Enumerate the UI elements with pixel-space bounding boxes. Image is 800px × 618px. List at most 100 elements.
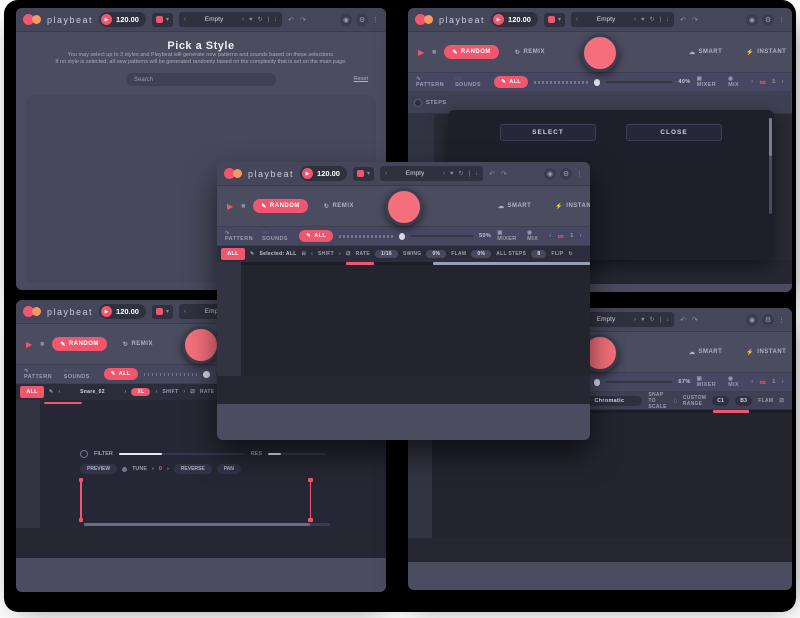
shift-right-button[interactable]: ›: [183, 389, 185, 395]
instant-button[interactable]: ⚡INSTANT: [547, 199, 590, 213]
bpm-display[interactable]: ▶120.00: [99, 12, 146, 27]
slider-knob[interactable]: [594, 379, 601, 386]
slider-knob[interactable]: [594, 79, 601, 86]
redo-icon[interactable]: ↷: [300, 16, 306, 24]
undo-icon[interactable]: ↶: [288, 16, 294, 24]
link-icon[interactable]: ⊟: [302, 251, 307, 257]
generate-big-button[interactable]: [385, 188, 423, 226]
preset-prev-icon[interactable]: ‹: [184, 309, 186, 315]
mix-button[interactable]: ◉ MIX: [527, 230, 543, 242]
reverse-button[interactable]: REVERSE: [174, 464, 212, 474]
gear-icon[interactable]: ⚙: [762, 14, 774, 26]
random-button[interactable]: ✎RANDOM: [52, 337, 107, 351]
mode-select[interactable]: ▾: [152, 13, 173, 27]
loop-next-icon[interactable]: ›: [782, 379, 784, 385]
swing-value[interactable]: 0%: [426, 250, 446, 258]
loop-prev-icon[interactable]: ‹: [751, 379, 753, 385]
favorite-icon[interactable]: ♥: [249, 17, 253, 23]
res-slider[interactable]: [268, 453, 326, 455]
pan-button[interactable]: PAN: [217, 464, 241, 474]
dice-icon[interactable]: ⚂: [346, 251, 351, 257]
all-toggle[interactable]: ✎ALL: [494, 76, 528, 88]
edit-icon[interactable]: ✎: [250, 251, 255, 257]
shift-left-button[interactable]: ‹: [155, 389, 157, 395]
stop-button[interactable]: ■: [40, 341, 44, 348]
prev-sample-button[interactable]: ‹: [59, 389, 61, 395]
mode-select[interactable]: ▾: [544, 13, 565, 27]
preview-button[interactable]: PREVIEW: [80, 464, 117, 474]
tab-sounds[interactable]: ◌◌ SOUNDS: [64, 368, 98, 380]
flip-button[interactable]: FLIP: [551, 251, 563, 257]
rate-value[interactable]: 1/16: [375, 250, 398, 258]
mode-select[interactable]: ▾: [152, 305, 173, 319]
infinity-loop-button[interactable]: ∞: [759, 77, 766, 87]
preset-prev-icon[interactable]: ‹: [385, 171, 387, 177]
preset-next-icon[interactable]: ›: [242, 17, 244, 23]
tab-sounds[interactable]: ◌◌ SOUNDS: [262, 230, 293, 242]
random-button[interactable]: ✎RANDOM: [444, 45, 499, 59]
redo-icon[interactable]: ↷: [692, 316, 698, 324]
range-low[interactable]: C1: [712, 396, 729, 406]
favorite-icon[interactable]: ♥: [641, 317, 645, 323]
dice-icon[interactable]: ⚂: [190, 389, 195, 395]
slider-knob[interactable]: [399, 233, 405, 240]
play-icon[interactable]: ▶: [101, 306, 112, 317]
undo-icon[interactable]: ↶: [680, 16, 686, 24]
select-button[interactable]: SELECT: [500, 124, 596, 141]
shift-left-button[interactable]: ‹: [311, 251, 313, 257]
info-icon[interactable]: ◉: [746, 14, 758, 26]
mixer-button[interactable]: ▣ MIXER: [497, 230, 521, 242]
filter-slider[interactable]: [119, 453, 245, 455]
preset-prev-icon[interactable]: ‹: [576, 17, 578, 23]
all-toggle[interactable]: ✎ALL: [104, 368, 138, 380]
edit-icon[interactable]: ✎: [49, 389, 54, 395]
instant-button[interactable]: ⚡INSTANT: [738, 345, 792, 359]
loop-icon[interactable]: ↻: [568, 251, 573, 257]
play-icon[interactable]: ▶: [302, 168, 313, 179]
xl-toggle[interactable]: XL: [131, 388, 150, 396]
redo-icon[interactable]: ↷: [501, 170, 507, 178]
smart-button[interactable]: ☁SMART: [490, 199, 539, 213]
bpm-display[interactable]: ▶120.00: [99, 304, 146, 319]
bpm-display[interactable]: ▶120.00: [300, 166, 347, 181]
sample-name[interactable]: Snare_02: [65, 389, 119, 395]
save-icon[interactable]: ↓: [274, 17, 277, 23]
mix-button[interactable]: ◉ MIX: [728, 376, 745, 388]
redo-icon[interactable]: ↷: [692, 16, 698, 24]
remix-button[interactable]: ↻REMIX: [115, 337, 161, 351]
kebab-menu-icon[interactable]: ⋮: [778, 316, 785, 324]
infinity-loop-button[interactable]: ∞: [557, 231, 564, 241]
loop-next-icon[interactable]: ›: [580, 233, 582, 239]
flam-value[interactable]: 0%: [471, 250, 491, 258]
end-marker[interactable]: [310, 478, 312, 522]
generate-big-button[interactable]: [182, 326, 220, 364]
kebab-menu-icon[interactable]: ⋮: [778, 16, 785, 24]
play-button[interactable]: ▶: [418, 48, 424, 57]
undo-icon[interactable]: ↶: [680, 316, 686, 324]
mix-button[interactable]: ◉ MIX: [728, 76, 745, 88]
tune-up[interactable]: ›: [167, 466, 169, 472]
preset-next-icon[interactable]: ›: [634, 317, 636, 323]
dice-icon[interactable]: ⚂: [779, 398, 784, 404]
remix-button[interactable]: ↻REMIX: [316, 199, 362, 213]
stop-button[interactable]: ■: [241, 203, 245, 210]
gear-icon[interactable]: ⚙: [762, 314, 774, 326]
save-icon[interactable]: ↓: [666, 17, 669, 23]
waveform-scrollbar[interactable]: [84, 523, 330, 526]
range-high[interactable]: B3: [735, 396, 752, 406]
play-icon[interactable]: ▶: [101, 14, 112, 25]
complexity-slider[interactable]: [144, 373, 198, 376]
all-toggle[interactable]: ✎ALL: [299, 230, 333, 242]
loop-prev-icon[interactable]: ‹: [549, 233, 551, 239]
random-button[interactable]: ✎RANDOM: [253, 199, 308, 213]
tune-down[interactable]: ‹: [152, 466, 154, 472]
filter-icon[interactable]: [80, 450, 88, 458]
remix-button[interactable]: ↻REMIX: [507, 45, 553, 59]
all-button[interactable]: ALL: [221, 248, 245, 260]
infinity-loop-button[interactable]: ∞: [759, 377, 766, 387]
favorite-icon[interactable]: ♥: [641, 17, 645, 23]
loop-prev-icon[interactable]: ‹: [751, 79, 753, 85]
play-button[interactable]: ▶: [227, 202, 233, 211]
preset-prev-icon[interactable]: ‹: [184, 17, 186, 23]
loop-next-icon[interactable]: ›: [782, 79, 784, 85]
